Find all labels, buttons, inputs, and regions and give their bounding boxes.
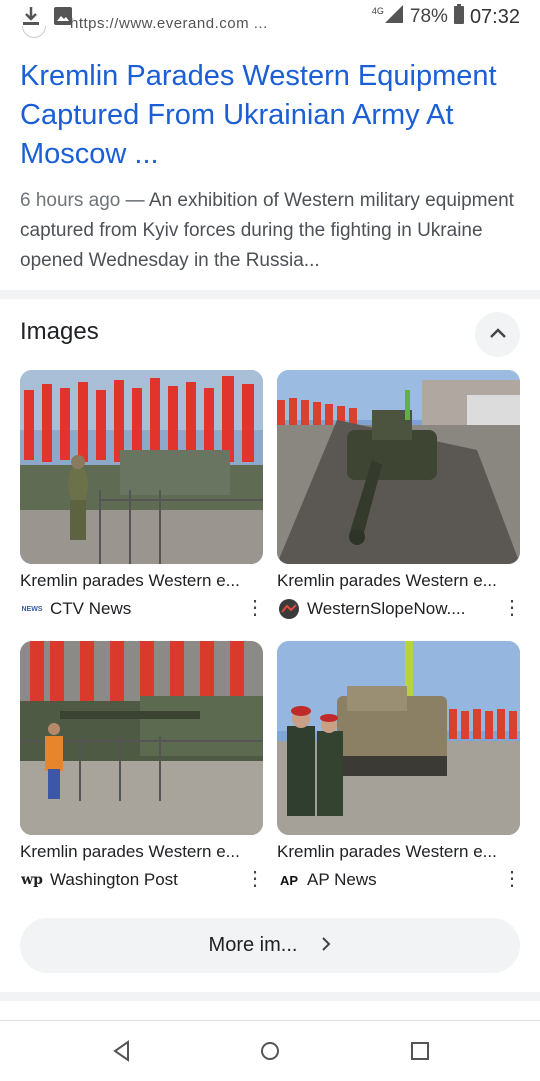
image-card-title[interactable]: Kremlin parades Western e... [277, 842, 520, 862]
chevron-right-icon [321, 934, 331, 957]
recents-icon[interactable] [408, 1039, 432, 1063]
more-images-button[interactable]: More im... [20, 918, 520, 973]
ctv-news-logo-icon: NEWS [21, 605, 43, 613]
result-headline-link[interactable]: Kremlin Parades Western Equipment Captur… [20, 57, 520, 174]
image-card[interactable]: Kremlin parades Western e... WesternSlop… [277, 370, 522, 619]
image-card[interactable]: Kremlin parades Western e... AP AP News … [277, 641, 522, 890]
result-snippet: 6 hours ago — An exhibition of Western m… [20, 186, 520, 276]
source-name: CTV News [50, 599, 132, 618]
image-card-title[interactable]: Kremlin parades Western e... [277, 571, 520, 591]
image-thumbnail[interactable] [20, 370, 263, 564]
image-card-source: AP AP News ⋮ [277, 869, 522, 890]
image-card-title[interactable]: Kremlin parades Western e... [20, 842, 263, 862]
section-divider [0, 992, 540, 1001]
image-card-source: WesternSlopeNow.... ⋮ [277, 598, 522, 619]
battery-percent: 78% [409, 6, 448, 27]
result-url[interactable]: https://www.everand.com ... [70, 18, 268, 34]
image-thumbnail[interactable] [20, 641, 263, 835]
image-card-source: NEWS CTV News ⋮ [20, 598, 266, 619]
collapse-button[interactable] [475, 312, 520, 357]
back-icon[interactable] [110, 1039, 134, 1063]
source-name: Washington Post [50, 870, 178, 889]
more-options-icon[interactable]: ⋮ [502, 598, 522, 618]
home-icon[interactable] [258, 1039, 282, 1063]
image-card-title[interactable]: Kremlin parades Western e... [20, 571, 263, 591]
chevron-up-icon [489, 326, 507, 344]
image-card-source: wp Washington Post ⋮ [20, 869, 265, 890]
westernslopenow-logo-icon [279, 599, 299, 619]
battery-icon [453, 4, 464, 30]
system-navigation-bar [0, 1020, 540, 1081]
images-section-title: Images [20, 318, 99, 345]
signal-icon [384, 4, 404, 30]
source-name: WesternSlopeNow.... [307, 599, 466, 618]
source-name: AP News [307, 870, 377, 889]
more-options-icon[interactable]: ⋮ [502, 869, 522, 889]
more-options-icon[interactable]: ⋮ [245, 598, 265, 618]
clock: 07:32 [469, 5, 520, 28]
snippet-date: 6 hours ago [20, 190, 121, 211]
more-options-icon[interactable]: ⋮ [245, 869, 265, 889]
image-thumbnail[interactable] [277, 370, 520, 564]
ap-news-logo-icon: AP [279, 872, 299, 888]
section-divider [0, 290, 540, 299]
network-type: 4G [371, 6, 384, 16]
more-images-label: More im... [208, 934, 298, 956]
image-card[interactable]: Kremlin parades Western e... NEWS CTV Ne… [20, 370, 266, 619]
image-card[interactable]: Kremlin parades Western e... wp Washingt… [20, 641, 265, 890]
washington-post-logo-icon: wp [21, 872, 43, 888]
image-thumbnail[interactable] [277, 641, 520, 835]
